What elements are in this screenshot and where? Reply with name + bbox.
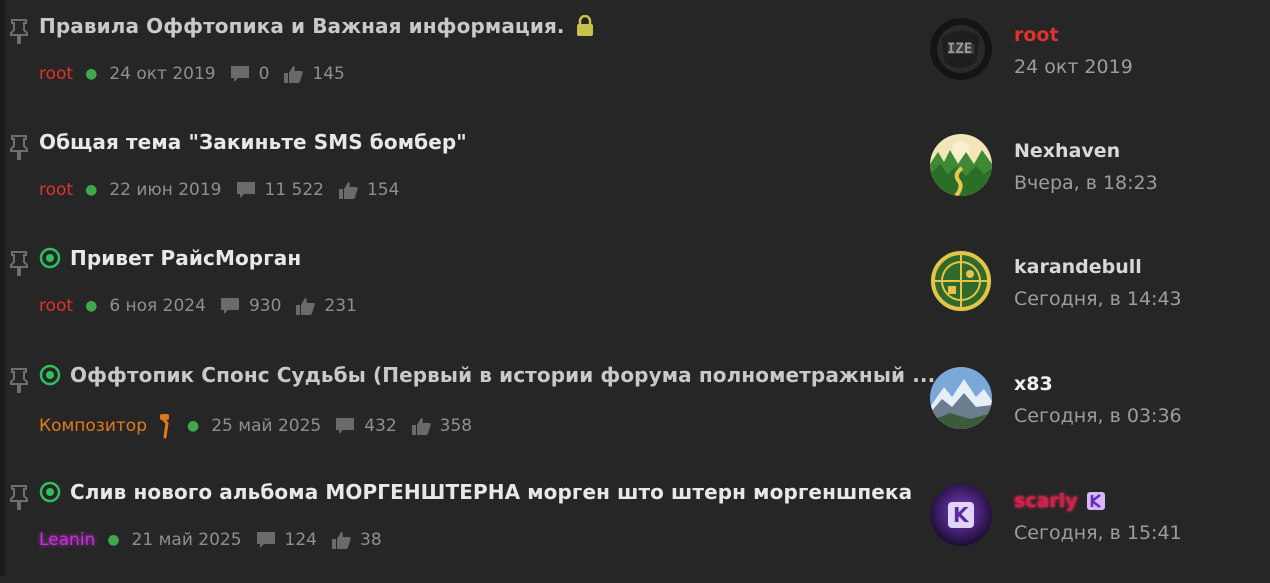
lock-icon <box>576 15 593 36</box>
thread-row: Слив нового альбома МОРГЕНШТЕРНА морген … <box>0 466 1270 583</box>
last-post-time[interactable]: Сегодня, в 03:36 <box>1014 405 1182 427</box>
avatar-text: IZE <box>947 41 973 57</box>
thread-row: Общая тема "Закиньте SMS бомбер" root ● … <box>0 116 1270 233</box>
thread-date: 6 ноя 2024 <box>109 296 206 316</box>
comment-icon <box>230 66 249 82</box>
thumbs-up-icon <box>296 298 316 315</box>
thread-meta: root ● 24 окт 2019 0 145 <box>39 64 345 84</box>
thread-title-row[interactable]: Слив нового альбома МОРГЕНШТЕРНА морген … <box>39 480 912 504</box>
pin-icon <box>10 135 28 160</box>
thread-date: 24 окт 2019 <box>109 64 216 84</box>
thread-author[interactable]: root <box>39 64 73 84</box>
target-icon <box>39 481 61 503</box>
reply-count: 124 <box>284 530 317 550</box>
thread-title[interactable]: Общая тема "Закиньте SMS бомбер" <box>39 130 467 154</box>
pin-icon <box>10 485 28 510</box>
k-badge-icon <box>1086 492 1105 510</box>
last-post-time[interactable]: Вчера, в 18:23 <box>1014 172 1158 194</box>
last-post-user-name[interactable]: scarly <box>1014 490 1078 512</box>
last-post-time[interactable]: 24 окт 2019 <box>1014 56 1133 78</box>
last-post-user[interactable]: x83 <box>1014 373 1053 395</box>
comment-icon <box>256 532 275 548</box>
thread-title-row[interactable]: Правила Оффтопика и Важная информация. <box>39 14 595 38</box>
last-post-user[interactable]: scarly <box>1014 490 1106 512</box>
thread-title[interactable]: Привет РайсМорган <box>70 246 301 270</box>
last-post-user[interactable]: root <box>1014 24 1059 46</box>
last-post-time[interactable]: Сегодня, в 15:41 <box>1014 522 1182 544</box>
like-count: 38 <box>360 530 382 550</box>
thread-meta: root ● 6 ноя 2024 930 231 <box>39 296 357 316</box>
thread-title[interactable]: Слив нового альбома МОРГЕНШТЕРНА морген … <box>70 480 912 504</box>
thread-date: 21 май 2025 <box>131 530 242 550</box>
target-icon <box>39 364 61 386</box>
thread-meta: Композитор ● 25 май 2025 432 358 <box>39 413 472 439</box>
last-post-time[interactable]: Сегодня, в 14:43 <box>1014 288 1182 310</box>
thread-row: Правила Оффтопика и Важная информация. r… <box>0 0 1270 117</box>
thread-title-row[interactable]: Привет РайсМорган <box>39 246 301 270</box>
microphone-icon <box>160 414 169 439</box>
like-count: 358 <box>439 416 473 436</box>
thread-title-row[interactable]: Общая тема "Закиньте SMS бомбер" <box>39 130 467 154</box>
separator-dot: ● <box>85 298 98 314</box>
avatar[interactable] <box>930 367 992 429</box>
avatar[interactable] <box>930 250 992 312</box>
reply-count: 11 522 <box>264 180 324 200</box>
thread-title-row[interactable]: Оффтопик Спонс Судьбы (Первый в истории … <box>39 363 935 387</box>
like-count: 231 <box>324 296 357 316</box>
avatar[interactable] <box>930 134 992 196</box>
thread-title[interactable]: Оффтопик Спонс Судьбы (Первый в истории … <box>70 363 935 387</box>
thumbs-up-icon <box>284 66 304 83</box>
thumbs-up-icon <box>411 418 431 435</box>
separator-dot: ● <box>107 532 120 548</box>
thread-author[interactable]: root <box>39 296 73 316</box>
avatar-text: K <box>953 503 969 527</box>
last-post-user[interactable]: Nexhaven <box>1014 140 1120 162</box>
reply-count: 930 <box>248 296 282 316</box>
thread-author[interactable]: Композитор <box>39 416 147 436</box>
like-count: 145 <box>312 64 345 84</box>
comment-icon <box>336 418 355 434</box>
thread-date: 22 июн 2019 <box>109 180 222 200</box>
thread-date: 25 май 2025 <box>211 416 322 436</box>
thread-row: Привет РайсМорган root ● 6 ноя 2024 930 … <box>0 232 1270 349</box>
separator-dot: ● <box>187 418 200 434</box>
pin-icon <box>10 368 28 393</box>
reply-count: 432 <box>364 416 397 436</box>
thread-title[interactable]: Правила Оффтопика и Важная информация. <box>39 14 565 38</box>
thread-meta: root ● 22 июн 2019 11 522 154 <box>39 180 399 200</box>
pin-icon <box>10 19 28 44</box>
separator-dot: ● <box>85 66 98 82</box>
thread-author[interactable]: Leanin <box>39 530 95 550</box>
like-count: 154 <box>366 180 400 200</box>
separator-dot: ● <box>85 182 98 198</box>
last-post-user[interactable]: karandebull <box>1014 256 1142 278</box>
comment-icon <box>220 298 239 314</box>
thread-meta: Leanin ● 21 май 2025 124 38 <box>39 530 382 550</box>
comment-icon <box>236 182 255 198</box>
reply-count: 0 <box>258 64 270 84</box>
thread-row: Оффтопик Спонс Судьбы (Первый в истории … <box>0 349 1270 466</box>
thumbs-up-icon <box>332 532 351 549</box>
avatar[interactable]: K <box>930 484 992 546</box>
pin-icon <box>10 251 28 276</box>
thumbs-up-icon <box>338 182 358 199</box>
thread-author[interactable]: root <box>39 180 73 200</box>
avatar[interactable]: IZE <box>930 18 992 80</box>
target-icon <box>39 247 61 269</box>
